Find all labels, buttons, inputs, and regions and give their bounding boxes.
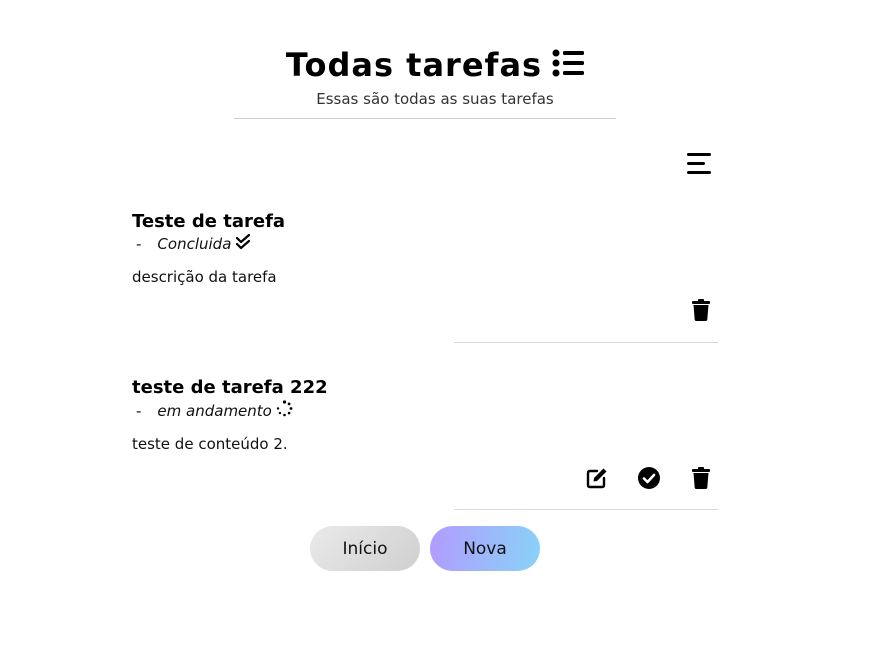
trash-icon — [692, 299, 710, 325]
task-title: Teste de tarefa — [132, 211, 286, 232]
task-divider — [454, 509, 718, 510]
task-item: teste de tarefa 222 - em andamento teste… — [132, 377, 718, 510]
double-check-icon — [235, 233, 251, 254]
page: Todas tarefas Essas são todas as suas ta… — [0, 0, 870, 648]
task-divider — [454, 342, 718, 343]
task-actions — [684, 297, 718, 327]
status-dash: - — [136, 235, 142, 253]
home-button[interactable]: Início — [310, 526, 420, 571]
menu-icon — [684, 153, 714, 182]
task-description: descrição da tarefa — [132, 268, 277, 286]
delete-button[interactable] — [684, 465, 718, 495]
task-status: - Concluida — [132, 233, 718, 254]
edit-button[interactable] — [580, 465, 614, 495]
page-header: Todas tarefas Essas são todas as suas ta… — [0, 46, 870, 108]
complete-button[interactable] — [632, 465, 666, 495]
check-circle-icon — [638, 467, 660, 493]
task-description: teste de conteúdo 2. — [132, 435, 288, 453]
bottom-buttons: Início Nova — [310, 526, 540, 571]
task-status: - em andamento — [132, 400, 718, 421]
page-title: Todas tarefas — [285, 46, 543, 84]
list-icon — [552, 49, 585, 81]
status-dash: - — [136, 401, 142, 420]
delete-button[interactable] — [684, 297, 718, 327]
spinner-icon — [276, 400, 293, 421]
trash-icon — [692, 467, 710, 493]
page-subtitle: Essas são todas as suas tarefas — [316, 90, 554, 108]
edit-icon — [586, 467, 608, 493]
title-row: Todas tarefas — [285, 46, 585, 84]
new-task-button[interactable]: Nova — [430, 526, 540, 571]
header-divider — [234, 118, 616, 119]
status-label: Concluida — [157, 235, 232, 253]
task-title: teste de tarefa 222 — [132, 377, 328, 398]
status-label: em andamento — [157, 401, 272, 420]
task-item: Teste de tarefa - Concluida descrição da… — [132, 211, 718, 343]
task-actions — [580, 465, 718, 495]
menu-button[interactable] — [684, 150, 714, 178]
